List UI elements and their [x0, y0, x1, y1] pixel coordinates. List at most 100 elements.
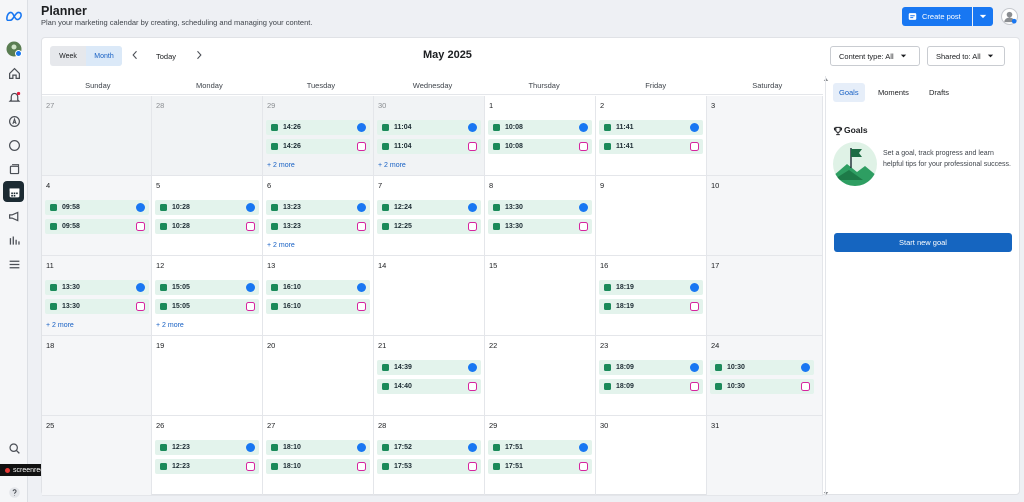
scheduled-post[interactable]: 15:05 — [155, 299, 259, 314]
content-type-filter[interactable]: Content type: All — [830, 46, 920, 66]
scheduled-post[interactable]: 18:10 — [266, 459, 370, 474]
previous-month-icon[interactable] — [132, 50, 138, 62]
calendar-day-cell[interactable]: 30 — [596, 416, 707, 496]
planner-calendar-icon[interactable] — [5, 183, 23, 201]
next-month-icon[interactable] — [196, 50, 202, 62]
calendar-day-cell[interactable]: 19 — [152, 336, 263, 416]
scheduled-post[interactable]: 18:19 — [599, 280, 703, 295]
scheduled-post[interactable]: 12:23 — [155, 459, 259, 474]
help-icon[interactable] — [5, 483, 23, 501]
ads-icon[interactable] — [5, 112, 23, 130]
create-post-button[interactable]: Create post — [902, 7, 972, 26]
scheduled-post[interactable]: 18:10 — [266, 440, 370, 455]
scheduled-post[interactable]: 14:39 — [377, 360, 481, 375]
calendar-day-cell[interactable]: 8 13:30 13:30 — [485, 176, 596, 256]
shared-to-filter[interactable]: Shared to: All — [927, 46, 1005, 66]
calendar-day-cell[interactable]: 24 10:30 10:30 — [707, 336, 823, 416]
insights-icon[interactable] — [5, 231, 23, 249]
calendar-day-cell[interactable]: 14 — [374, 256, 485, 336]
calendar-day-cell[interactable]: 7 12:24 12:25 — [374, 176, 485, 256]
scheduled-post[interactable]: 14:26 — [266, 120, 370, 135]
calendar-day-cell[interactable]: 4 09:58 09:58 — [42, 176, 152, 256]
calendar-day-cell[interactable]: 31 — [707, 416, 823, 496]
calendar-day-cell[interactable]: 30 11:04 11:04 + 2 more — [374, 96, 485, 176]
scheduled-post[interactable]: 11:04 — [377, 139, 481, 154]
scheduled-post[interactable]: 12:23 — [155, 440, 259, 455]
home-icon[interactable] — [5, 64, 23, 82]
scheduled-post[interactable]: 13:30 — [488, 219, 592, 234]
page-avatar-icon[interactable] — [5, 40, 23, 58]
scheduled-post[interactable]: 17:51 — [488, 440, 592, 455]
calendar-day-cell[interactable]: 23 18:09 18:09 — [596, 336, 707, 416]
calendar-day-cell[interactable]: 28 — [152, 96, 263, 176]
scheduled-post[interactable]: 12:24 — [377, 200, 481, 215]
calendar-day-cell[interactable]: 20 — [263, 336, 374, 416]
calendar-day-cell[interactable]: 9 — [596, 176, 707, 256]
week-view-button[interactable]: Week — [50, 46, 86, 66]
tab-goals[interactable]: Goals — [833, 83, 865, 102]
calendar-day-cell[interactable]: 22 — [485, 336, 596, 416]
menu-icon[interactable] — [5, 255, 23, 273]
scheduled-post[interactable]: 14:26 — [266, 139, 370, 154]
calendar-day-cell[interactable]: 5 10:28 10:28 — [152, 176, 263, 256]
scheduled-post[interactable]: 18:09 — [599, 379, 703, 394]
calendar-day-cell[interactable]: 15 — [485, 256, 596, 336]
calendar-day-cell[interactable]: 13 16:10 16:10 — [263, 256, 374, 336]
more-posts-link[interactable]: + 2 more — [378, 162, 406, 169]
more-posts-link[interactable]: + 2 more — [267, 242, 295, 249]
scheduled-post[interactable]: 10:08 — [488, 120, 592, 135]
calendar-day-cell[interactable]: 6 13:23 13:23 + 2 more — [263, 176, 374, 256]
today-button[interactable]: Today — [156, 52, 176, 61]
calendar-day-cell[interactable]: 16 18:19 18:19 — [596, 256, 707, 336]
create-post-dropdown[interactable] — [973, 7, 993, 26]
scheduled-post[interactable]: 13:23 — [266, 200, 370, 215]
scheduled-post[interactable]: 09:58 — [45, 219, 149, 234]
scheduled-post[interactable]: 13:30 — [488, 200, 592, 215]
scheduled-post[interactable]: 11:41 — [599, 139, 703, 154]
search-icon[interactable] — [5, 439, 23, 457]
more-posts-link[interactable]: + 2 more — [267, 162, 295, 169]
calendar-day-cell[interactable]: 3 — [707, 96, 823, 176]
scheduled-post[interactable]: 12:25 — [377, 219, 481, 234]
scheduled-post[interactable]: 13:23 — [266, 219, 370, 234]
scheduled-post[interactable]: 10:28 — [155, 200, 259, 215]
scheduled-post[interactable]: 13:30 — [45, 299, 149, 314]
scheduled-post[interactable]: 10:08 — [488, 139, 592, 154]
megaphone-icon[interactable] — [5, 207, 23, 225]
scheduled-post[interactable]: 10:28 — [155, 219, 259, 234]
calendar-day-cell[interactable]: 10 — [707, 176, 823, 256]
calendar-day-cell[interactable]: 18 — [42, 336, 152, 416]
scheduled-post[interactable]: 10:30 — [710, 379, 814, 394]
scheduled-post[interactable]: 11:04 — [377, 120, 481, 135]
scheduled-post[interactable]: 11:41 — [599, 120, 703, 135]
scheduled-post[interactable]: 15:05 — [155, 280, 259, 295]
start-new-goal-button[interactable]: Start new goal — [834, 233, 1012, 252]
scheduled-post[interactable]: 09:58 — [45, 200, 149, 215]
scheduled-post[interactable]: 10:30 — [710, 360, 814, 375]
calendar-day-cell[interactable]: 2 11:41 11:41 — [596, 96, 707, 176]
calendar-day-cell[interactable]: 27 — [42, 96, 152, 176]
calendar-day-cell[interactable]: 26 12:23 12:23 — [152, 416, 263, 496]
calendar-day-cell[interactable]: 29 17:51 17:51 — [485, 416, 596, 496]
calendar-day-cell[interactable]: 25 — [42, 416, 152, 496]
scheduled-post[interactable]: 17:52 — [377, 440, 481, 455]
calendar-day-cell[interactable]: 21 14:39 14:40 — [374, 336, 485, 416]
more-posts-link[interactable]: + 2 more — [156, 322, 184, 329]
notifications-icon[interactable] — [5, 88, 23, 106]
month-view-button[interactable]: Month — [86, 46, 122, 66]
calendar-day-cell[interactable]: 1 10:08 10:08 — [485, 96, 596, 176]
scheduled-post[interactable]: 16:10 — [266, 280, 370, 295]
inbox-icon[interactable] — [5, 136, 23, 154]
user-avatar[interactable] — [1001, 8, 1018, 25]
tab-moments[interactable]: Moments — [872, 83, 915, 102]
meta-logo-icon[interactable] — [4, 7, 24, 25]
calendar-day-cell[interactable]: 28 17:52 17:53 — [374, 416, 485, 496]
scheduled-post[interactable]: 13:30 — [45, 280, 149, 295]
calendar-day-cell[interactable]: 12 15:05 15:05 + 2 more — [152, 256, 263, 336]
scheduled-post[interactable]: 16:10 — [266, 299, 370, 314]
scheduled-post[interactable]: 17:53 — [377, 459, 481, 474]
content-icon[interactable] — [5, 160, 23, 178]
scheduled-post[interactable]: 14:40 — [377, 379, 481, 394]
calendar-day-cell[interactable]: 17 — [707, 256, 823, 336]
more-posts-link[interactable]: + 2 more — [46, 322, 74, 329]
